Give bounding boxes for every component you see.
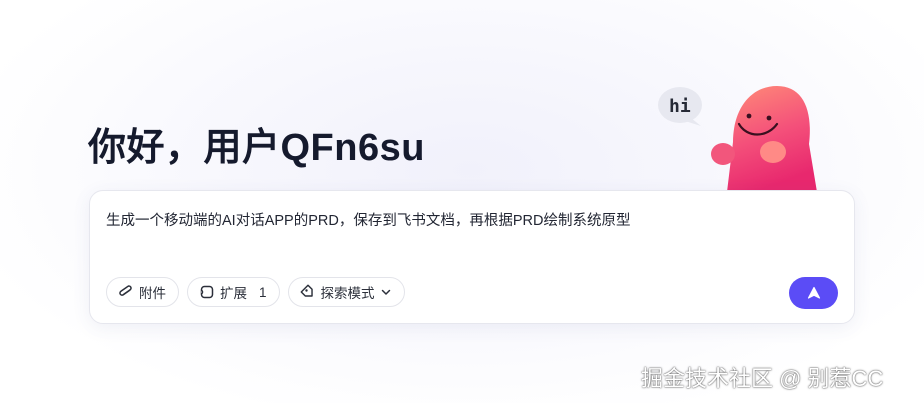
bubble-text: hi xyxy=(669,96,691,117)
explore-tag-icon xyxy=(300,284,313,297)
mode-select[interactable]: 探索模式 xyxy=(287,277,405,307)
mascot-body xyxy=(711,86,817,192)
greeting-title: 你好，用户QFn6su xyxy=(88,127,425,169)
input-toolbar: 附件 扩展 1 探索模式 xyxy=(106,277,405,307)
extend-button[interactable]: 扩展 1 xyxy=(187,277,280,307)
extend-count: 1 xyxy=(259,284,267,300)
extend-label: 扩展 xyxy=(220,286,247,301)
mascot-illustration: hi xyxy=(658,86,817,192)
send-arrow-icon xyxy=(807,286,820,299)
chat-input-box: 生成一个移动端的AI对话APP的PRD，保存到飞书文档，再根据PRD绘制系统原型… xyxy=(89,190,855,324)
chevron-down-icon xyxy=(381,289,390,295)
attach-button[interactable]: 附件 xyxy=(106,277,179,307)
extension-icon xyxy=(200,285,214,299)
watermark-text: 掘金技术社区 @ 别惹CC xyxy=(641,366,884,391)
mode-label: 探索模式 xyxy=(320,286,375,301)
prompt-input[interactable]: 生成一个移动端的AI对话APP的PRD，保存到飞书文档，再根据PRD绘制系统原型 xyxy=(106,211,826,231)
send-button[interactable] xyxy=(789,277,838,309)
paperclip-icon xyxy=(119,285,132,296)
attach-label: 附件 xyxy=(139,286,166,301)
speech-bubble: hi xyxy=(658,87,702,126)
